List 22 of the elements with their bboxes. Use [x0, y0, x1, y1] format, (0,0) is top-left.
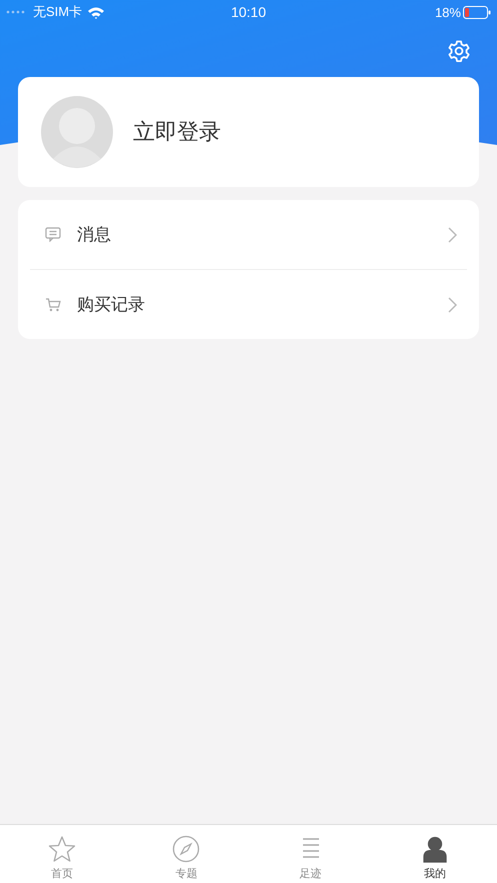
tab-item[interactable]: 首页: [0, 825, 124, 883]
chevron-right-icon: [448, 296, 457, 312]
cart-icon: [45, 297, 61, 312]
compass-icon: [172, 835, 200, 863]
battery-percent: 18%: [434, 4, 461, 20]
star-icon: [48, 835, 76, 863]
chevron-right-icon: [448, 226, 457, 242]
login-link[interactable]: 立即登录: [133, 117, 221, 147]
tab-item[interactable]: 足迹: [248, 825, 373, 883]
profile-card[interactable]: 立即登录: [18, 77, 479, 187]
menu-item[interactable]: 消息: [30, 200, 467, 269]
clock-time: 10:10: [230, 4, 266, 20]
message-icon: [45, 227, 61, 242]
tab-item[interactable]: 专题: [124, 825, 248, 883]
person-icon: [420, 835, 449, 863]
carrier-label: 无SIM卡: [33, 3, 82, 21]
tab-item[interactable]: 我的: [372, 825, 497, 883]
avatar-icon: [41, 96, 113, 168]
menu-item[interactable]: 购买记录: [30, 270, 467, 339]
settings-icon[interactable]: [448, 40, 470, 62]
wifi-icon: [87, 6, 106, 18]
battery-icon: [462, 6, 491, 18]
